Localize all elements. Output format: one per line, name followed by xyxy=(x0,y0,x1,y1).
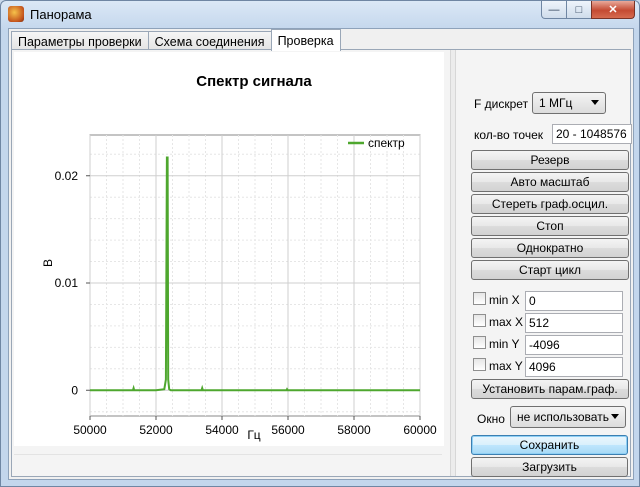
panel-splitter[interactable] xyxy=(450,50,456,476)
window-function-combo[interactable]: не использовать xyxy=(510,406,626,428)
save-button[interactable]: Сохранить xyxy=(471,435,628,455)
horizontal-scrollbar[interactable] xyxy=(14,454,442,467)
max-y-label: max Y xyxy=(489,359,523,373)
sample-rate-combo[interactable]: 1 МГц xyxy=(532,92,606,114)
window-title: Панорама xyxy=(30,7,92,22)
tab-page-test: Спектр сигнала 50000 52000 54000 56000 58000… xyxy=(11,49,632,477)
y-tick-label: 0.02 xyxy=(55,169,79,183)
app-icon xyxy=(8,6,24,22)
window-function-value: не использовать xyxy=(517,410,609,424)
client-area: Параметры проверки Схема соединения Пров… xyxy=(8,28,634,480)
x-tick-label: 52000 xyxy=(139,423,173,437)
tab-test-parameters[interactable]: Параметры проверки xyxy=(11,31,149,51)
close-button[interactable]: ✕ xyxy=(591,1,635,19)
main-window: Панорама — □ ✕ Параметры проверки Схема … xyxy=(0,0,640,487)
window-function-label: Окно xyxy=(477,412,505,426)
x-tick-label: 60000 xyxy=(403,423,437,437)
start-cycle-button[interactable]: Старт цикл xyxy=(471,260,629,280)
points-label: кол-во точек xyxy=(474,128,543,142)
max-x-label: max X xyxy=(489,315,524,329)
min-y-field[interactable]: -4096 xyxy=(525,335,623,355)
minimize-button[interactable]: — xyxy=(541,1,567,19)
sample-rate-label: F дискрет xyxy=(474,97,529,111)
x-axis-label: Гц xyxy=(247,428,260,442)
legend-label: спектр xyxy=(368,136,405,150)
x-tick-label: 50000 xyxy=(73,423,107,437)
maximize-button[interactable]: □ xyxy=(566,1,592,19)
min-y-checkbox[interactable] xyxy=(473,336,486,349)
max-y-checkbox[interactable] xyxy=(473,358,486,371)
min-x-checkbox[interactable] xyxy=(473,292,486,305)
spectrum-chart: Спектр сигнала 50000 52000 54000 56000 58000… xyxy=(41,73,437,442)
auto-scale-button[interactable]: Авто масштаб xyxy=(471,172,629,192)
chevron-down-icon xyxy=(591,100,599,105)
x-tick-label: 54000 xyxy=(205,423,239,437)
min-y-label: min Y xyxy=(489,337,520,351)
max-y-field[interactable]: 4096 xyxy=(525,357,623,377)
y-tick-label: 0 xyxy=(71,383,78,397)
x-tick-label: 56000 xyxy=(271,423,305,437)
y-axis-label: В xyxy=(41,259,55,267)
chart-pane: Спектр сигнала 50000 52000 54000 56000 58000… xyxy=(14,52,444,446)
points-field[interactable]: 20 - 1048576 xyxy=(552,124,632,144)
min-x-field[interactable]: 0 xyxy=(525,291,623,311)
tab-test[interactable]: Проверка xyxy=(270,29,341,51)
min-x-label: min X xyxy=(489,293,520,307)
apply-graph-params-button[interactable]: Установить парам.граф. xyxy=(471,379,629,399)
title-bar[interactable]: Панорама — □ ✕ xyxy=(1,1,639,27)
single-shot-button[interactable]: Однократно xyxy=(471,238,629,258)
stop-button[interactable]: Стоп xyxy=(471,216,629,236)
clear-graph-button[interactable]: Стереть граф.осцил. xyxy=(471,194,629,214)
tab-connection-diagram[interactable]: Схема соединения xyxy=(147,31,272,51)
tab-strip: Параметры проверки Схема соединения Пров… xyxy=(11,29,341,51)
chart-title: Спектр сигнала xyxy=(196,73,312,90)
max-x-field[interactable]: 512 xyxy=(525,313,623,333)
reserve-button[interactable]: Резерв xyxy=(471,150,629,170)
max-x-checkbox[interactable] xyxy=(473,314,486,327)
chevron-down-icon xyxy=(611,414,619,419)
x-tick-label: 58000 xyxy=(337,423,371,437)
y-tick-label: 0.01 xyxy=(55,276,79,290)
load-button[interactable]: Загрузить xyxy=(471,457,628,477)
sample-rate-value: 1 МГц xyxy=(539,96,573,110)
